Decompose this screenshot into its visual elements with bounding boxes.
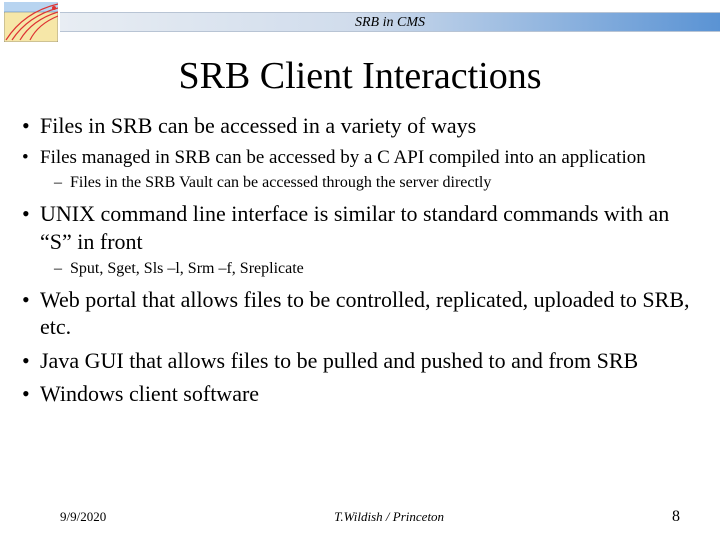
- footer-author: T.Wildish / Princeton: [106, 509, 672, 525]
- bullet-text: Windows client software: [40, 381, 259, 406]
- sub-bullet-item: Files in the SRB Vault can be accessed t…: [40, 173, 698, 194]
- bullet-text: UNIX command line interface is similar t…: [40, 201, 669, 254]
- header-bar: SRB in CMS: [0, 0, 720, 44]
- bullet-text: Files managed in SRB can be accessed by …: [40, 147, 646, 168]
- slide-content: Files in SRB can be accessed in a variet…: [0, 112, 720, 408]
- bullet-item: Files managed in SRB can be accessed by …: [22, 146, 698, 195]
- bullet-text: Web portal that allows files to be contr…: [40, 287, 690, 340]
- bullet-text: Files in SRB can be accessed in a variet…: [40, 113, 476, 138]
- bullet-item: Web portal that allows files to be contr…: [22, 286, 698, 341]
- slide-title: SRB Client Interactions: [0, 54, 720, 98]
- bullet-item: Java GUI that allows files to be pulled …: [22, 347, 698, 375]
- footer: 9/9/2020 T.Wildish / Princeton 8: [0, 508, 720, 526]
- footer-page-number: 8: [672, 508, 680, 526]
- sub-bullet-item: Sput, Sget, Sls –l, Srm –f, Sreplicate: [40, 259, 698, 280]
- bullet-item: Files in SRB can be accessed in a variet…: [22, 112, 698, 140]
- bullet-text: Java GUI that allows files to be pulled …: [40, 348, 638, 373]
- header-subtitle: SRB in CMS: [60, 12, 720, 32]
- footer-date: 9/9/2020: [60, 509, 106, 525]
- bullet-item: Windows client software: [22, 380, 698, 408]
- cms-logo-icon: [4, 2, 58, 42]
- bullet-item: UNIX command line interface is similar t…: [22, 200, 698, 280]
